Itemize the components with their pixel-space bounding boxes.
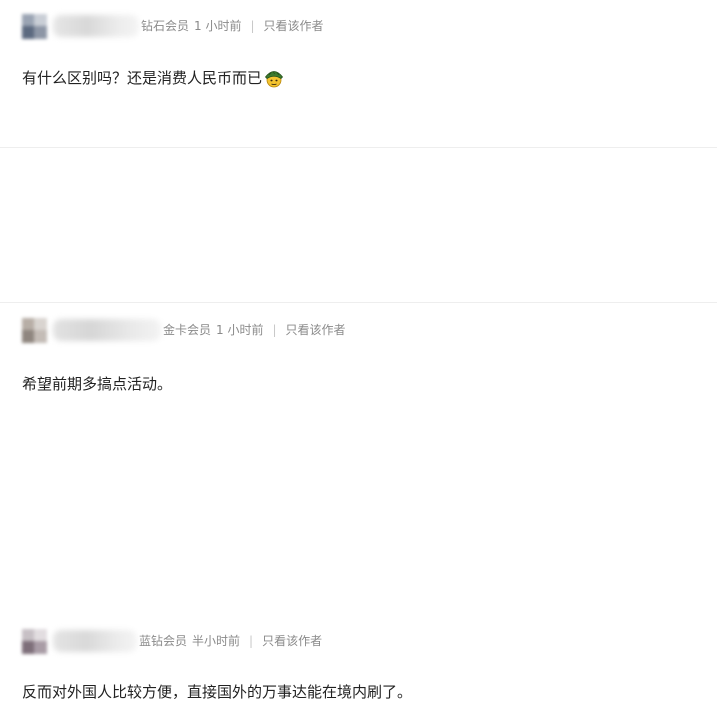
meta-separator: | <box>250 19 255 33</box>
comment-meta: 蓝钻会员 半小时前 | 只看该作者 <box>22 628 322 654</box>
username-blurred[interactable] <box>53 630 137 652</box>
comment-item: 钻石会员 1 小时前 | 只看该作者 有什么区别吗？还是消费人民币而已 <box>0 0 717 147</box>
comment-time: 半小时前 <box>192 634 241 648</box>
comment-item: 蓝钻会员 半小时前 | 只看该作者 反而对外国人比较方便，直接国外的万事达能在境… <box>0 303 717 701</box>
comment-meta: 钻石会员 1 小时前 | 只看该作者 <box>22 13 324 39</box>
avatar[interactable] <box>22 13 47 39</box>
view-author-only-link[interactable]: 只看该作者 <box>264 13 324 39</box>
username-blurred[interactable] <box>53 15 139 37</box>
comment-time: 1 小时前 <box>194 19 242 33</box>
soldier-helmet-emoji-icon <box>263 67 285 89</box>
avatar[interactable] <box>22 628 47 654</box>
member-level: 钻石会员 <box>141 19 190 33</box>
comment-text: 有什么区别吗？还是消费人民币而已 <box>22 69 263 87</box>
comment-body: 有什么区别吗？还是消费人民币而已 <box>22 67 285 89</box>
meta-separator: | <box>249 634 254 648</box>
view-author-only-link[interactable]: 只看该作者 <box>262 628 322 654</box>
comment-text: 反而对外国人比较方便，直接国外的万事达能在境内刷了。 <box>22 683 413 701</box>
comment-item: 金卡会员 1 小时前 | 只看该作者 希望前期多搞点活动。 <box>0 148 717 393</box>
member-level: 蓝钻会员 <box>139 634 188 648</box>
comment-body: 反而对外国人比较方便，直接国外的万事达能在境内刷了。 <box>22 681 412 703</box>
